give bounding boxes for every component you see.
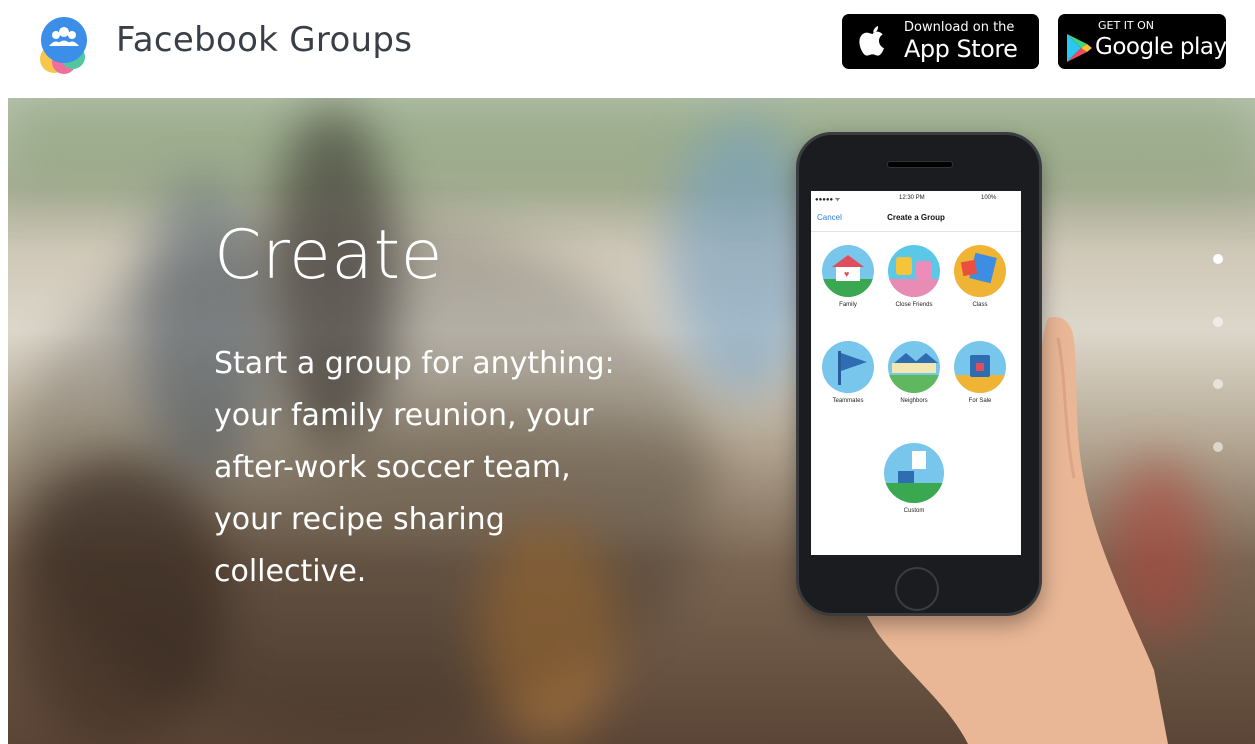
home-button [895, 567, 939, 611]
house-icon: ♥ [822, 245, 874, 297]
class-icon [954, 245, 1006, 297]
hero-description: Start a group for anything: your family … [214, 346, 615, 589]
status-battery: 100% [981, 195, 997, 201]
nav-title: Create a Group [887, 213, 945, 222]
phone-speaker [887, 161, 953, 168]
google-play-button[interactable]: GET IT ON Google play [1058, 14, 1227, 69]
apple-icon [859, 26, 884, 56]
carousel-dot[interactable] [1213, 442, 1223, 452]
tile-label: Teammates [832, 398, 864, 404]
shopping-bag-icon [954, 341, 1006, 393]
tile-label: Neighbors [900, 398, 928, 404]
friends-icon [888, 245, 940, 297]
phone-mockup: ●●●●● ᯤ 12:30 PM 100% Cancel Create a Gr… [796, 132, 1042, 616]
status-bar: ●●●●● ᯤ 12:30 PM 100% [811, 193, 1021, 205]
pennant-icon [822, 341, 874, 393]
tile-label: Class [972, 302, 988, 308]
hero-title: Create [214, 216, 443, 295]
group-type-teammates[interactable]: Teammates [815, 341, 881, 404]
brand-title: Facebook Groups [116, 20, 413, 60]
carousel-dot[interactable] [1213, 317, 1223, 327]
group-type-close-friends[interactable]: Close Friends [881, 245, 947, 308]
app-store-small-text: Download on the [904, 20, 1015, 35]
tile-label: Custom [903, 508, 925, 514]
cancel-button[interactable]: Cancel [817, 213, 842, 222]
tile-label: For Sale [968, 398, 992, 404]
tile-label: Family [839, 302, 857, 308]
background-foliage [8, 98, 1255, 188]
header: Facebook Groups Download on the App Stor… [0, 0, 1255, 98]
status-time: 12:30 PM [899, 195, 925, 201]
group-type-family[interactable]: ♥ Family [815, 245, 881, 308]
carousel-dot[interactable] [1213, 379, 1223, 389]
tile-label: Close Friends [895, 302, 933, 308]
app-store-big-text: App Store [904, 35, 1018, 63]
app-store-button[interactable]: Download on the App Store [842, 14, 1039, 69]
group-type-neighbors[interactable]: Neighbors [881, 341, 947, 404]
phone-navbar: Cancel Create a Group [811, 205, 1021, 232]
neighbors-icon [888, 341, 940, 393]
group-type-for-sale[interactable]: For Sale [947, 341, 1013, 404]
play-triangle-icon [1067, 34, 1092, 62]
signal-icon: ●●●●● ᯤ [815, 197, 841, 203]
group-type-class[interactable]: Class [947, 245, 1013, 308]
facebook-groups-logo-icon[interactable] [36, 15, 92, 75]
google-play-small-text: GET IT ON [1098, 19, 1155, 32]
group-type-custom[interactable]: Custom [881, 443, 947, 514]
phone-screen: ●●●●● ᯤ 12:30 PM 100% Cancel Create a Gr… [811, 191, 1021, 555]
easel-icon [884, 443, 944, 503]
hero-banner: Create Start a group for anything: your … [8, 98, 1255, 744]
google-play-big-text: Google play [1095, 34, 1227, 60]
carousel-dot[interactable] [1213, 254, 1223, 264]
